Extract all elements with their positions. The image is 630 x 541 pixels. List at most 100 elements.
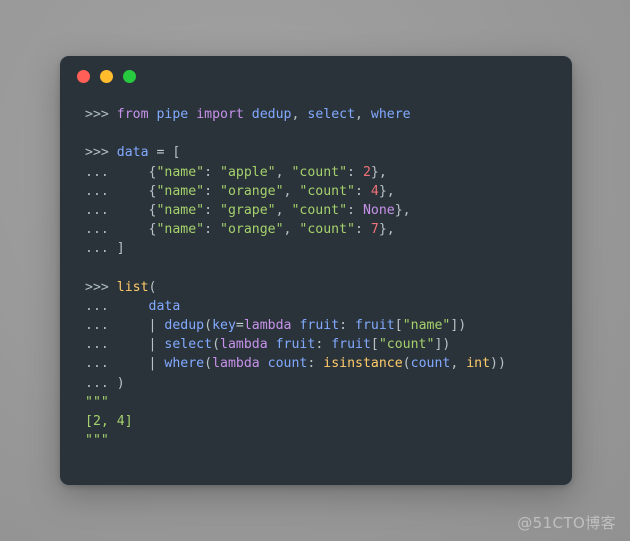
code-token-punct: { — [116, 202, 157, 218]
code-token-kw: None — [362, 202, 395, 218]
code-token-punct: , — [283, 222, 300, 238]
code-token-str: "name" — [156, 164, 205, 180]
code-token-punct: ]) — [450, 318, 467, 334]
code-token-out: """ — [85, 433, 109, 449]
code-token-punct: [ — [172, 145, 181, 161]
code-token-str: "name" — [156, 222, 205, 238]
code-token-punct: : — [204, 183, 220, 199]
code-token-out: [2, 4] — [85, 414, 133, 429]
code-token-name: pipe — [156, 107, 189, 122]
code-token-num: 7 — [370, 222, 379, 238]
code-token-prompt: ... — [85, 183, 117, 199]
code-token-punct: : — [204, 202, 220, 218]
code-token-str: "name" — [402, 318, 451, 334]
code-token-prompt: ... — [85, 202, 117, 218]
code-token-prompt: ... — [85, 241, 117, 257]
code-token-punct: }, — [378, 222, 395, 238]
terminal-window: >>> from pipe import dedup, select, wher… — [60, 56, 572, 485]
code-token-name: where — [370, 107, 411, 122]
code-token-builtin: list — [116, 279, 149, 295]
code-token-punct: : — [355, 222, 371, 238]
code-token-str: "apple" — [220, 164, 276, 180]
code-token-name: count — [267, 356, 308, 372]
code-token-punct: : — [315, 337, 332, 353]
code-token-punct: , — [283, 183, 300, 199]
code-token-punct: , — [291, 107, 308, 122]
code-token-punct: ( — [148, 279, 157, 295]
code-token-punct: ( — [204, 318, 213, 334]
code-line: ... {"name": "grape", "count": None}, — [85, 201, 572, 220]
code-token-punct: , — [275, 202, 292, 218]
code-token-punct: { — [116, 164, 157, 180]
close-button-icon[interactable] — [77, 69, 90, 83]
code-token-name: key — [212, 318, 236, 334]
code-token-num: 2 — [362, 164, 371, 180]
code-token-punct: , — [450, 356, 467, 372]
minimize-button-icon[interactable] — [100, 69, 113, 83]
code-token-str: "name" — [156, 202, 205, 218]
code-token-name: select — [307, 107, 356, 122]
code-token-name: fruit — [355, 318, 395, 334]
code-block[interactable]: >>> from pipe import dedup, select, wher… — [60, 96, 572, 450]
maximize-button-icon[interactable] — [123, 69, 136, 83]
code-line: [2, 4] — [85, 412, 572, 431]
code-token-op: = — [235, 318, 244, 334]
code-token-punct: }, — [394, 202, 411, 218]
code-token-punct: , — [355, 107, 371, 122]
code-token-punct: ]) — [434, 337, 451, 353]
code-token-prompt: ... — [85, 375, 117, 391]
code-line: >>> data = [ — [85, 143, 572, 162]
code-token-op: = — [148, 145, 173, 161]
code-token-num: 4 — [370, 183, 379, 199]
code-token-builtin: int — [466, 356, 491, 372]
code-token-kw: lambda — [220, 337, 268, 353]
terminal-titlebar — [60, 56, 572, 96]
code-token-kw: from — [116, 107, 149, 122]
code-token-punct: : — [204, 164, 220, 180]
code-line: >>> list( — [85, 278, 572, 297]
code-token-str: "count" — [291, 202, 348, 218]
code-token-punct: { — [116, 222, 157, 238]
code-token-punct: : — [307, 356, 324, 372]
code-line: """ — [85, 431, 572, 450]
code-token-name: fruit — [331, 337, 371, 353]
code-token-builtin: isinstance — [323, 356, 403, 372]
code-token-punct: }, — [378, 183, 395, 199]
code-token-name: fruit — [275, 337, 316, 353]
code-token-prompt: ... — [85, 164, 117, 180]
code-line: ... {"name": "orange", "count": 7}, — [85, 220, 572, 239]
code-line: ... data — [85, 297, 572, 316]
code-token-punct: { — [116, 183, 157, 199]
code-token-kw: lambda — [212, 356, 260, 372]
code-token-str: "name" — [156, 183, 205, 199]
code-token-punct: }, — [370, 164, 387, 180]
code-token-punct: : — [347, 164, 363, 180]
code-token-name: where — [164, 356, 205, 372]
code-token-pipe: | — [148, 318, 165, 334]
code-token-prompt: >>> — [85, 145, 117, 161]
code-token-punct: , — [275, 164, 292, 180]
page-background: >>> from pipe import dedup, select, wher… — [0, 0, 630, 541]
code-token-prompt: ... — [85, 356, 117, 372]
code-token-name: dedup — [164, 318, 205, 334]
code-token-prompt: ... — [85, 337, 117, 353]
code-token-prompt: ... — [85, 318, 117, 334]
code-token-str: "orange" — [220, 222, 284, 238]
code-token-punct: : — [204, 222, 220, 238]
code-token-name: select — [164, 337, 213, 353]
code-token-punct: ( — [402, 356, 411, 372]
code-line: ... | dedup(key=lambda fruit: fruit["nam… — [85, 316, 572, 335]
code-token-name: data — [148, 298, 181, 314]
code-token-prompt: ... — [85, 222, 117, 238]
code-token-punct: ( — [212, 337, 221, 353]
code-token-punct: ] — [116, 241, 125, 257]
code-line: ... | select(lambda fruit: fruit["count"… — [85, 335, 572, 354]
